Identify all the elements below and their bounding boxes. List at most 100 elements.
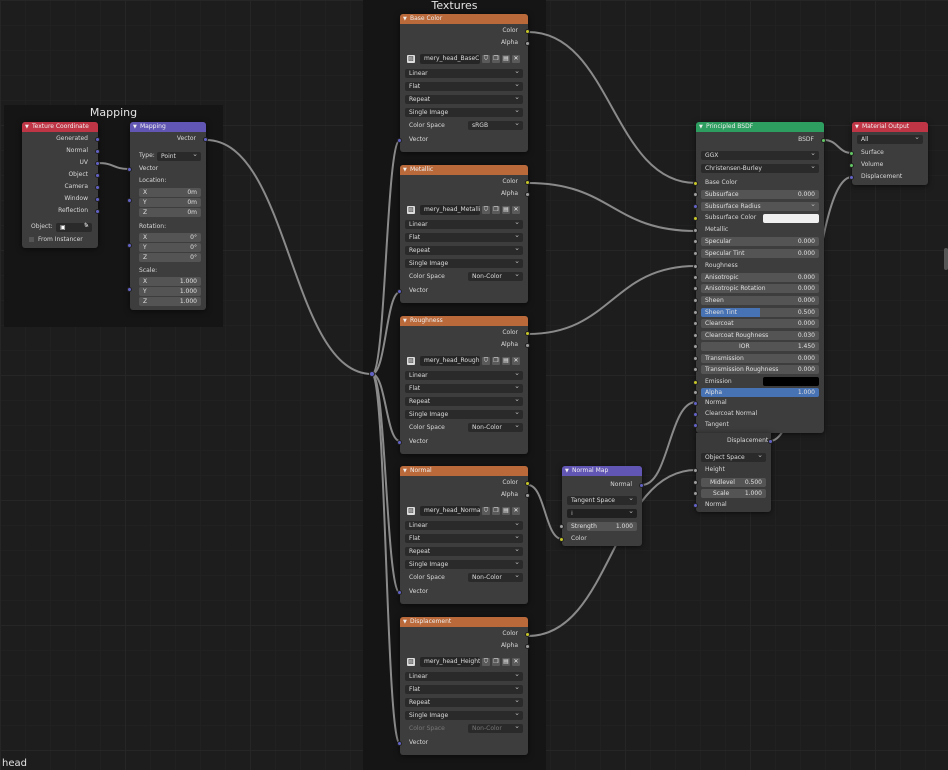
socket-metallic[interactable] [693, 228, 698, 233]
location-y-field[interactable]: Y 0m [139, 198, 201, 207]
socket-subsurface-radius[interactable] [693, 204, 698, 209]
socket-color-out[interactable] [525, 29, 530, 34]
displacement-space-dropdown[interactable]: Object Space [701, 453, 766, 462]
image-texture-node-displacement[interactable]: ▼ Displacement Color Alpha ▨ mery_head_He… [397, 617, 530, 755]
rotation-z-field[interactable]: Z 0° [139, 253, 201, 262]
extension-dropdown[interactable]: Repeat [405, 246, 523, 255]
material-output-header[interactable]: ▼ Material Output [852, 122, 928, 132]
source-dropdown[interactable]: Single Image [405, 711, 523, 720]
mapping-node[interactable]: ▼Mapping Vector Type: Point Vector Locat… [127, 122, 208, 310]
transmission-roughness-field[interactable]: Transmission Roughness 0.000 [701, 365, 819, 374]
collapse-icon[interactable]: ▼ [699, 122, 703, 132]
unlink-icon[interactable]: ✕ [512, 357, 520, 365]
image-texture-header[interactable]: ▼ Displacement [400, 617, 528, 627]
socket-alpha-out[interactable] [525, 343, 530, 348]
fake-user-icon[interactable]: ⛉ [482, 206, 490, 214]
image-texture-node-base-color[interactable]: ▼ Base Color Color Alpha ▨ mery_head_Base… [397, 14, 530, 152]
socket-scale[interactable] [127, 287, 132, 292]
midlevel-field[interactable]: Midlevel 0.500 [701, 478, 766, 487]
image-name-field[interactable]: mery_head_Roughn... [420, 356, 480, 366]
scale-field[interactable]: Scale 1.000 [701, 489, 766, 498]
socket-emission[interactable] [693, 380, 698, 385]
image-texture-node-normal[interactable]: ▼Normal Color Alpha ▨ mery_head_Normal..… [397, 466, 530, 604]
socket-displacement-out[interactable] [768, 439, 773, 444]
normal-space-dropdown[interactable]: Tangent Space [567, 496, 637, 505]
interpolation-dropdown[interactable]: Linear [405, 69, 523, 78]
image-texture-header[interactable]: ▼ Normal [400, 466, 528, 476]
socket-uv[interactable] [95, 161, 100, 166]
socket-camera[interactable] [95, 185, 100, 190]
distribution-dropdown[interactable]: GGX [701, 151, 819, 160]
socket-vector-in[interactable] [397, 741, 402, 746]
extension-dropdown[interactable]: Repeat [405, 698, 523, 707]
principled-bsdf-node[interactable]: ▼Principled BSDF BSDF GGX Christensen-Bu… [693, 122, 826, 433]
image-texture-header[interactable]: ▼ Metallic [400, 165, 528, 175]
subsurface-field[interactable]: Subsurface 0.000 [701, 190, 819, 199]
transmission-field[interactable]: Transmission 0.000 [701, 354, 819, 363]
socket-transmission-roughness[interactable] [693, 367, 698, 372]
source-dropdown[interactable]: Single Image [405, 259, 523, 268]
socket-anisotropic[interactable] [693, 275, 698, 280]
socket-anisotropic-rotation[interactable] [693, 286, 698, 291]
anisotropic-rotation-field[interactable]: Anisotropic Rotation 0.000 [701, 284, 819, 293]
socket-normal[interactable] [693, 503, 698, 508]
specular-tint-field[interactable]: Specular Tint 0.000 [701, 249, 819, 258]
texture-coordinate-header[interactable]: ▼ Texture Coordinate [22, 122, 98, 132]
color-space-dropdown[interactable]: Non-Color [468, 423, 523, 432]
open-folder-icon[interactable]: ▤ [502, 357, 510, 365]
socket-base-color[interactable] [693, 181, 698, 186]
mapping-header[interactable]: ▼ Mapping [130, 122, 206, 132]
image-icon[interactable]: ▨ [407, 206, 415, 214]
image-icon[interactable]: ▨ [407, 507, 415, 515]
fake-user-icon[interactable]: ⛉ [482, 507, 490, 515]
fake-user-icon[interactable]: ⛉ [482, 55, 490, 63]
socket-window[interactable] [95, 197, 100, 202]
socket-ior[interactable] [693, 344, 698, 349]
socket-rotation[interactable] [127, 243, 132, 248]
socket-sheen[interactable] [693, 298, 698, 303]
collapse-icon[interactable]: ▼ [403, 316, 407, 326]
socket-tangent[interactable] [693, 423, 698, 428]
socket-normal[interactable] [693, 401, 698, 406]
socket-vector-in[interactable] [397, 138, 402, 143]
color-space-dropdown[interactable]: Non-Color [468, 573, 523, 582]
sheen-tint-field[interactable]: Sheen Tint 0.500 [701, 308, 819, 317]
interpolation-dropdown[interactable]: Linear [405, 672, 523, 681]
image-icon[interactable]: ▨ [407, 357, 415, 365]
projection-dropdown[interactable]: Flat [405, 685, 523, 694]
socket-vector-out[interactable] [203, 137, 208, 142]
socket-alpha-out[interactable] [525, 192, 530, 197]
material-output-node[interactable]: ▼Material Output All Surface Volume Disp… [849, 122, 928, 185]
collapse-icon[interactable]: ▼ [403, 165, 407, 175]
projection-dropdown[interactable]: Flat [405, 384, 523, 393]
socket-clearcoat-roughness[interactable] [693, 333, 698, 338]
subsurface-radius-dropdown[interactable]: Subsurface Radius [701, 202, 819, 211]
socket-generated[interactable] [95, 137, 100, 142]
duplicate-icon[interactable]: ❐ [492, 507, 500, 515]
eyedropper-icon[interactable]: ✎ [84, 222, 89, 230]
socket-alpha-out[interactable] [525, 493, 530, 498]
socket-color-out[interactable] [525, 632, 530, 637]
socket-sheen-tint[interactable] [693, 310, 698, 315]
socket-object[interactable] [95, 173, 100, 178]
anisotropic-field[interactable]: Anisotropic 0.000 [701, 273, 819, 282]
socket-color-out[interactable] [525, 481, 530, 486]
principled-bsdf-header[interactable]: ▼ Principled BSDF [696, 122, 824, 132]
image-texture-node-roughness[interactable]: ▼ Roughness Color Alpha ▨ mery_head_Rough… [397, 316, 530, 454]
socket-bsdf-out[interactable] [821, 138, 826, 143]
image-icon[interactable]: ▨ [407, 55, 415, 63]
unlink-icon[interactable]: ✕ [512, 658, 520, 666]
fake-user-icon[interactable]: ⛉ [482, 357, 490, 365]
socket-specular-tint[interactable] [693, 251, 698, 256]
interpolation-dropdown[interactable]: Linear [405, 521, 523, 530]
source-dropdown[interactable]: Single Image [405, 560, 523, 569]
image-name-field[interactable]: mery_head_BaseC... [420, 54, 480, 64]
socket-displacement[interactable] [849, 175, 854, 180]
socket-subsurface[interactable] [693, 192, 698, 197]
rotation-y-field[interactable]: Y 0° [139, 243, 201, 252]
projection-dropdown[interactable]: Flat [405, 233, 523, 242]
socket-vector-in[interactable] [397, 289, 402, 294]
source-dropdown[interactable]: Single Image [405, 108, 523, 117]
socket-alpha[interactable] [693, 390, 698, 395]
emission-swatch[interactable] [763, 377, 819, 386]
